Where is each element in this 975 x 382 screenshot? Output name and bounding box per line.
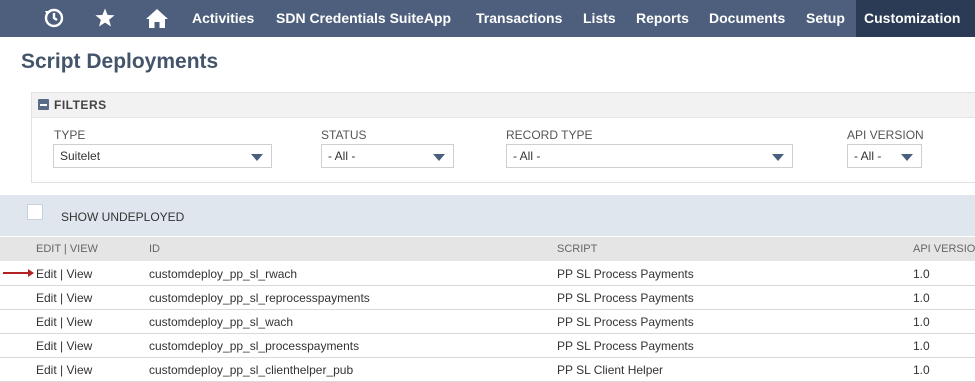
pointer-arrow-icon xyxy=(3,269,34,277)
script-name: PP SL Client Helper xyxy=(557,363,664,377)
script-name: PP SL Process Payments xyxy=(557,315,694,329)
record-type-filter-select[interactable]: - All - xyxy=(506,144,793,168)
api-version: 1.0 xyxy=(913,315,930,329)
deployment-id: customdeploy_pp_sl_wach xyxy=(149,315,294,329)
table-row: Edit | View customdeploy_pp_sl_clienthel… xyxy=(0,358,975,382)
deployment-id: customdeploy_pp_sl_processpayments xyxy=(149,339,360,353)
edit-link[interactable]: Edit xyxy=(36,315,57,329)
table-row: Edit | View customdeploy_pp_sl_processpa… xyxy=(0,334,975,358)
api-version-filter-select[interactable]: - All - xyxy=(847,144,922,168)
chevron-down-icon xyxy=(433,154,445,161)
column-header-script[interactable]: SCRIPT xyxy=(557,243,597,255)
menu-reports[interactable]: Reports xyxy=(636,0,689,37)
record-type-filter-label: RECORD TYPE xyxy=(506,128,593,142)
type-filter-select[interactable]: Suitelet xyxy=(53,144,272,168)
edit-link[interactable]: Edit xyxy=(36,291,57,305)
script-name: PP SL Process Payments xyxy=(557,267,694,281)
record-type-filter-value: - All - xyxy=(513,149,541,163)
top-navigation-bar: Activities SDN Credentials SuiteApp Tran… xyxy=(0,0,975,37)
table-row: Edit | View customdeploy_pp_sl_rwach PP … xyxy=(0,262,975,286)
page-title: Script Deployments xyxy=(21,50,219,73)
deployment-id: customdeploy_pp_sl_reprocesspayments xyxy=(149,291,370,305)
chevron-down-icon xyxy=(772,154,784,161)
column-header-id[interactable]: ID xyxy=(149,243,160,255)
table-row: Edit | View customdeploy_pp_sl_reprocess… xyxy=(0,286,975,310)
recent-records-icon[interactable] xyxy=(42,6,66,30)
column-header-api-version[interactable]: API VERSIO xyxy=(913,243,975,255)
type-filter-value: Suitelet xyxy=(60,149,101,163)
status-filter-label: STATUS xyxy=(321,128,367,142)
column-header-edit-view[interactable]: EDIT | VIEW xyxy=(36,243,98,255)
view-link[interactable]: View xyxy=(66,291,92,305)
view-link[interactable]: View xyxy=(66,339,92,353)
api-version-filter-label: API VERSION xyxy=(847,128,924,142)
edit-link[interactable]: Edit xyxy=(36,267,57,281)
script-name: PP SL Process Payments xyxy=(557,291,694,305)
edit-link[interactable]: Edit xyxy=(36,363,57,377)
menu-activities[interactable]: Activities xyxy=(192,0,254,37)
menu-lists[interactable]: Lists xyxy=(583,0,616,37)
api-version: 1.0 xyxy=(913,363,930,377)
view-link[interactable]: View xyxy=(66,315,92,329)
chevron-down-icon xyxy=(251,154,263,161)
filters-header[interactable]: FILTERS xyxy=(32,93,975,118)
deployment-id: customdeploy_pp_sl_rwach xyxy=(149,267,298,281)
filters-title: FILTERS xyxy=(54,98,107,112)
api-version: 1.0 xyxy=(913,267,930,281)
show-undeployed-checkbox[interactable] xyxy=(27,204,43,220)
view-link[interactable]: View xyxy=(66,363,92,377)
filters-panel: FILTERS TYPE Suitelet STATUS - All - REC… xyxy=(31,92,975,183)
status-filter-select[interactable]: - All - xyxy=(321,144,454,168)
status-filter-value: - All - xyxy=(328,149,356,163)
edit-link[interactable]: Edit xyxy=(36,339,57,353)
script-name: PP SL Process Payments xyxy=(557,339,694,353)
menu-sdn-credentials-suiteapp[interactable]: SDN Credentials SuiteApp xyxy=(276,0,451,37)
star-icon[interactable] xyxy=(93,6,117,30)
menu-customization[interactable]: Customization xyxy=(856,0,975,37)
type-filter-label: TYPE xyxy=(54,128,86,142)
api-version: 1.0 xyxy=(913,291,930,305)
table-row: Edit | View customdeploy_pp_sl_wach PP S… xyxy=(0,310,975,334)
menu-documents[interactable]: Documents xyxy=(709,0,785,37)
menu-setup[interactable]: Setup xyxy=(806,0,845,37)
show-undeployed-label[interactable]: SHOW UNDEPLOYED xyxy=(61,210,184,224)
table-header: EDIT | VIEW ID SCRIPT API VERSIO xyxy=(0,237,975,261)
menu-transactions[interactable]: Transactions xyxy=(476,0,562,37)
chevron-down-icon xyxy=(901,154,913,161)
view-link[interactable]: View xyxy=(66,267,92,281)
api-version: 1.0 xyxy=(913,339,930,353)
show-undeployed-bar: SHOW UNDEPLOYED xyxy=(0,195,975,236)
deployment-id: customdeploy_pp_sl_clienthelper_pub xyxy=(149,363,354,377)
home-icon[interactable] xyxy=(145,6,169,30)
api-version-filter-value: - All - xyxy=(854,149,882,163)
collapse-icon[interactable] xyxy=(38,99,49,110)
